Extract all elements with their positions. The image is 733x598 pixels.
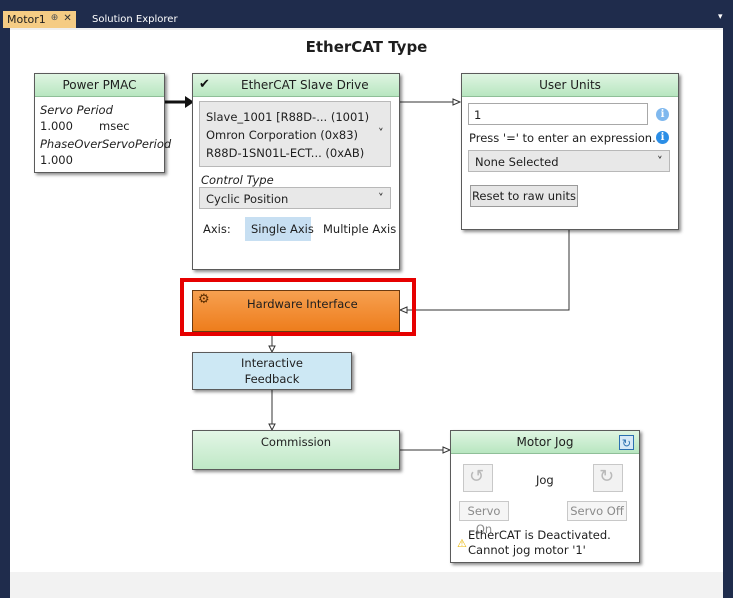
arrow-head-icon — [452, 98, 462, 106]
device-line-1: Slave_1001 [R88D-... (1001) — [206, 110, 370, 124]
rotate-cw-icon: ↻ — [599, 466, 615, 487]
info-icon[interactable]: i — [656, 131, 669, 144]
reset-raw-units-button[interactable]: Reset to raw units — [470, 185, 578, 207]
control-type-select[interactable]: Cyclic Position ˅ — [199, 187, 391, 209]
jog-cw-button[interactable]: ↻ — [593, 464, 623, 492]
power-pmac-block[interactable]: Power PMAC Servo Period 1.000 msec Phase… — [34, 73, 171, 173]
arrow-head-icon — [442, 446, 452, 454]
chevron-down-icon: ˅ — [378, 126, 384, 140]
refresh-icon[interactable]: ↻ — [619, 435, 634, 450]
control-type-value: Cyclic Position — [206, 192, 289, 206]
servo-period-label: Servo Period — [40, 103, 113, 117]
servo-period-value: 1.000 — [40, 119, 73, 133]
hardware-interface-block[interactable]: ⚙ Hardware Interface — [192, 290, 400, 332]
motor-jog-title: Motor Jog — [516, 435, 574, 449]
check-icon: ✔ — [199, 77, 210, 92]
commission-title: Commission — [260, 435, 332, 449]
phase-over-servo-value: 1.000 — [40, 153, 73, 167]
power-pmac-title: Power PMAC — [35, 74, 164, 97]
jog-ccw-button[interactable]: ↺ — [463, 464, 493, 492]
feedback-line-2: Feedback — [244, 372, 300, 386]
device-line-3: R88D-1SN01L-ECT... (0xAB) — [206, 146, 365, 160]
servo-off-button[interactable]: Servo Off — [567, 501, 627, 521]
axis-label: Axis: — [203, 222, 231, 236]
user-units-input[interactable]: 1 — [468, 103, 648, 125]
slave-drive-header: ✔ EtherCAT Slave Drive — [193, 74, 399, 97]
motor-jog-block[interactable]: Motor Jog ↻ ↺ Jog ↻ Servo On Servo Off ⚠… — [450, 430, 640, 563]
commission-block[interactable]: Commission — [192, 430, 400, 470]
warning-line-2: Cannot jog motor '1' — [468, 543, 586, 557]
user-units-title: User Units — [462, 74, 678, 97]
servo-period-unit: msec — [99, 119, 130, 133]
device-line-2: Omron Corporation (0x83) — [206, 128, 359, 142]
phase-over-servo-label: PhaseOverServoPeriod — [40, 137, 172, 151]
warning-icon: ⚠ — [457, 537, 467, 550]
single-axis-label: Single Axis — [251, 222, 314, 236]
multiple-axis-toggle[interactable]: Multiple Axis — [323, 222, 396, 236]
warning-line-1: EtherCAT is Deactivated. — [468, 528, 611, 542]
units-select-value: None Selected — [475, 155, 559, 169]
chevron-down-icon: ˅ — [657, 154, 663, 168]
connector-units-hardware — [407, 230, 570, 311]
interactive-feedback-block[interactable]: Interactive Feedback — [192, 352, 352, 390]
rotate-ccw-icon: ↺ — [469, 466, 485, 487]
units-select[interactable]: None Selected ˅ — [468, 150, 670, 172]
info-icon[interactable]: i — [656, 108, 669, 121]
chevron-down-icon: ˅ — [378, 191, 384, 205]
expression-hint: Press '=' to enter an expression. — [469, 131, 656, 145]
single-axis-toggle[interactable]: Single Axis — [245, 217, 314, 241]
jog-label: Jog — [536, 473, 554, 487]
slave-drive-title: EtherCAT Slave Drive — [241, 78, 369, 92]
feedback-line-1: Interactive — [241, 356, 303, 370]
ethercat-slave-drive-block[interactable]: ✔ EtherCAT Slave Drive Slave_1001 [R88D-… — [192, 73, 400, 270]
control-type-label: Control Type — [201, 173, 274, 187]
user-units-block[interactable]: User Units 1 i Press '=' to enter an exp… — [461, 73, 679, 230]
device-select[interactable]: Slave_1001 [R88D-... (1001) Omron Corpor… — [199, 101, 391, 167]
motor-jog-header: Motor Jog — [451, 431, 639, 454]
gear-icon: ⚙ — [198, 292, 210, 307]
hardware-interface-title: Hardware Interface — [247, 297, 358, 311]
user-units-value: 1 — [474, 108, 482, 122]
servo-on-button[interactable]: Servo On — [459, 501, 509, 536]
